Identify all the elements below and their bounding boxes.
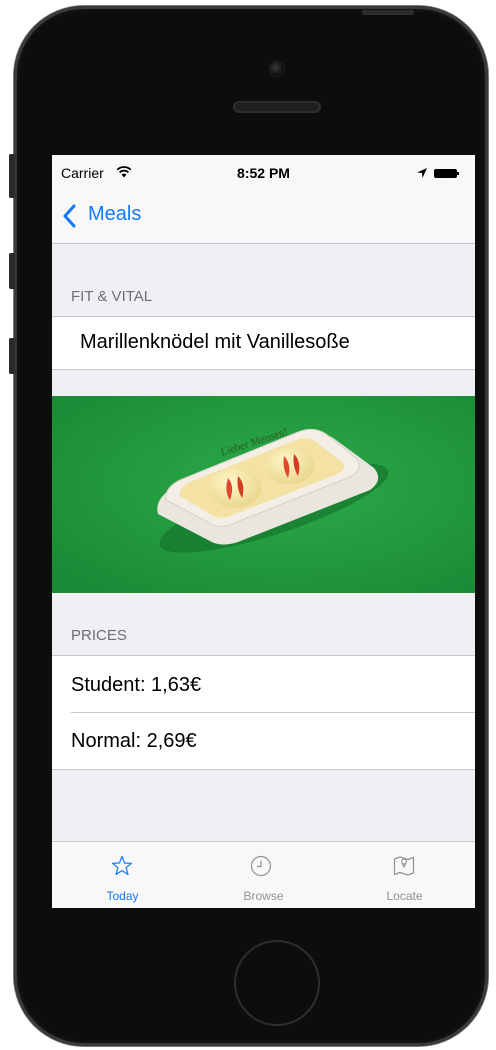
earpiece-speaker (233, 101, 321, 113)
clock-icon (250, 855, 272, 877)
volume-up-button (9, 253, 15, 289)
meal-photo: Lieber Mensen! (52, 396, 475, 593)
star-icon (111, 855, 133, 876)
section-header-category: FIT & VITAL (71, 288, 153, 305)
tab-locate-label: Locate (386, 889, 423, 903)
tab-locate[interactable]: Locate (334, 842, 475, 908)
meal-photo-illustration: Lieber Mensen! (52, 396, 475, 593)
clock: 8:52 PM (237, 165, 290, 181)
status-bar: Carrier 8:52 PM (52, 155, 475, 191)
price-cell-normal: Normal: 2,69€ (52, 713, 475, 770)
tab-today[interactable]: Today (52, 842, 193, 908)
mute-switch (9, 154, 15, 198)
chevron-left-icon (63, 204, 76, 228)
price-student: Student: 1,63€ (71, 674, 202, 696)
price-normal: Normal: 2,69€ (71, 730, 197, 752)
navigation-bar: Meals (52, 191, 475, 244)
home-button[interactable] (234, 940, 320, 1026)
tab-bar: Today Browse Locate (52, 841, 475, 908)
power-button (362, 10, 414, 15)
price-cell-student: Student: 1,63€ (52, 655, 475, 713)
map-icon (393, 856, 415, 876)
battery-icon (434, 169, 459, 178)
tab-browse-label: Browse (243, 889, 284, 903)
meal-name-cell: Marillenknödel mit Vanillesoße (52, 316, 475, 370)
screen: Carrier 8:52 PM Meals FIT & VITAL Marill… (52, 155, 475, 908)
front-camera (270, 62, 284, 76)
location-arrow-icon (417, 168, 427, 178)
tab-browse[interactable]: Browse (193, 842, 334, 908)
section-header-prices: PRICES (71, 627, 127, 644)
back-button-label: Meals (88, 203, 142, 225)
tab-today-label: Today (106, 889, 139, 903)
meal-name: Marillenknödel mit Vanillesoße (80, 331, 350, 353)
volume-down-button (9, 338, 15, 374)
